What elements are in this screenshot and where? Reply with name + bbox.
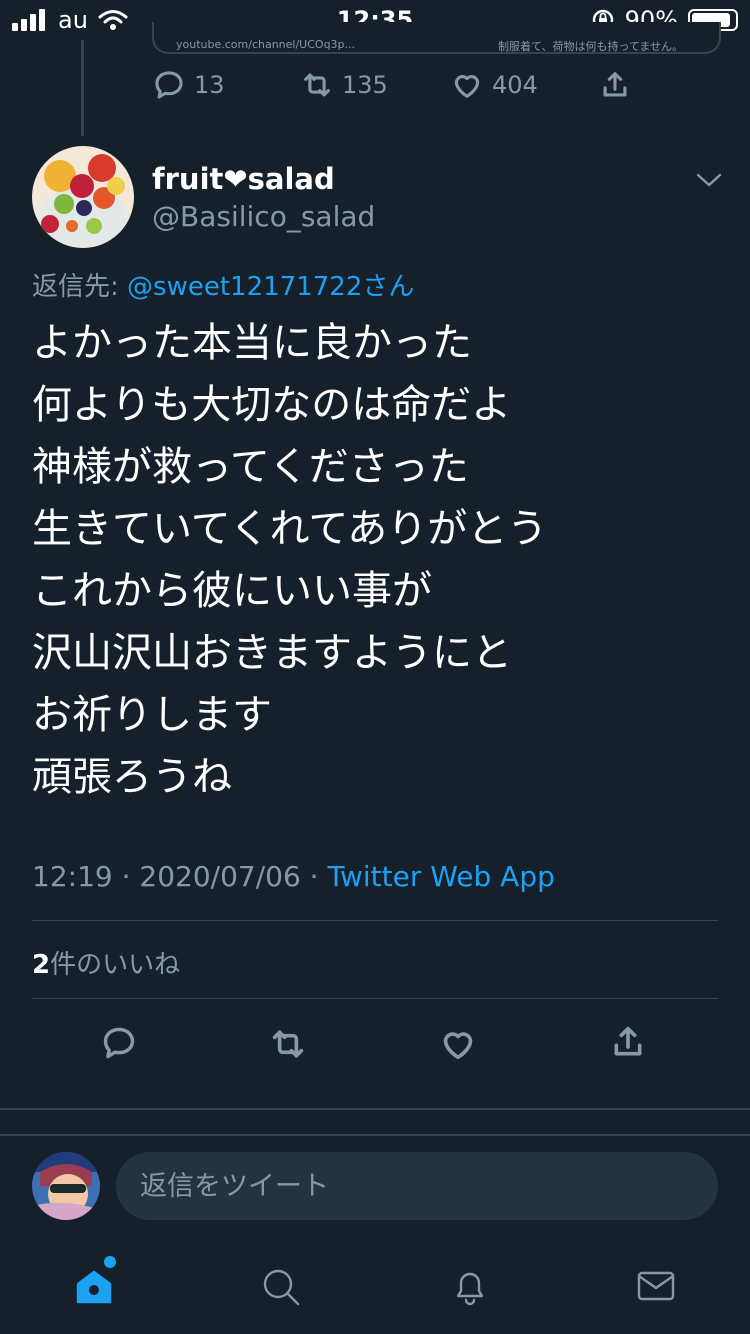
- reply-to-mention[interactable]: @sweet12171722さん: [127, 272, 414, 302]
- previous-like-button[interactable]: 404: [450, 68, 538, 102]
- fruit-salad-avatar-image: [32, 146, 134, 248]
- likes-summary[interactable]: 2件のいいね: [32, 944, 180, 981]
- reply-input[interactable]: [116, 1152, 718, 1220]
- tweet-source[interactable]: Twitter Web App: [327, 860, 554, 893]
- reply-to-label: 返信先:: [32, 272, 119, 302]
- divider: [32, 998, 718, 999]
- retweet-icon: [304, 73, 330, 97]
- likes-label: 件のいいね: [50, 950, 181, 980]
- tab-home[interactable]: [72, 1256, 122, 1314]
- home-notification-dot: [104, 1256, 116, 1268]
- reply-button[interactable]: [100, 1024, 138, 1062]
- like-button[interactable]: [438, 1024, 478, 1064]
- tweet-line: 生きていてくれてありがとう: [32, 506, 548, 552]
- search-icon: [263, 1269, 300, 1306]
- tweet-body: よかった本当に良かった 何よりも大切なのは命だよ 神様が救ってくださった 生きて…: [32, 312, 722, 808]
- share-icon: [614, 1026, 642, 1056]
- heart-icon: [454, 75, 480, 98]
- user-avatar-image: [32, 1152, 100, 1220]
- tweet-line: お祈りします: [32, 692, 272, 738]
- section-divider: [0, 1108, 750, 1110]
- thread-line: [81, 40, 84, 136]
- author-avatar[interactable]: [32, 146, 134, 248]
- previous-link-url: youtube.com/channel/UCOq3p...: [176, 38, 356, 51]
- previous-reply-count: 13: [194, 71, 225, 99]
- tweet-line: 頑張ろうね: [32, 754, 232, 800]
- heart-icon: [443, 1032, 473, 1060]
- mail-icon: [637, 1271, 675, 1301]
- tab-messages[interactable]: [634, 1264, 684, 1314]
- divider: [32, 920, 718, 921]
- tab-notifications[interactable]: [448, 1264, 498, 1314]
- home-icon: [76, 1270, 112, 1304]
- reply-icon: [155, 71, 183, 99]
- reply-icon: [103, 1027, 135, 1059]
- tweet-line: 何よりも大切なのは命だよ: [32, 382, 512, 428]
- tweet-line: 神様が救ってくださった: [32, 444, 469, 490]
- previous-retweet-count: 135: [342, 71, 388, 99]
- share-icon: [603, 72, 627, 97]
- previous-link-text: 制服着て、荷物は何も持ってません。: [498, 40, 684, 53]
- author-handle[interactable]: @Basilico_salad: [152, 200, 375, 233]
- tweet-meta: 12:19 · 2020/07/06 · Twitter Web App: [32, 860, 555, 893]
- previous-reply-button[interactable]: 13: [152, 68, 225, 102]
- tweet-timestamp: 12:19 · 2020/07/06 ·: [32, 860, 328, 893]
- likes-count: 2: [32, 950, 51, 980]
- tweet-line: よかった本当に良かった: [32, 320, 472, 366]
- tweet-line: これから彼にいい事が: [32, 568, 432, 614]
- bell-icon: [456, 1272, 484, 1306]
- tab-search[interactable]: [258, 1264, 308, 1314]
- previous-share-button[interactable]: [598, 68, 632, 102]
- my-avatar[interactable]: [32, 1152, 100, 1220]
- retweet-button[interactable]: [268, 1024, 308, 1064]
- share-button[interactable]: [608, 1022, 648, 1062]
- section-divider: [0, 1134, 750, 1136]
- author-name[interactable]: fruit❤︎salad: [152, 162, 335, 196]
- bottom-tab-bar: [0, 1250, 750, 1334]
- previous-like-count: 404: [492, 71, 538, 99]
- previous-retweet-button[interactable]: 135: [300, 68, 388, 102]
- chevron-down-icon[interactable]: [694, 168, 724, 192]
- reply-to-line: 返信先: @sweet12171722さん: [32, 266, 414, 303]
- tweet-line: 沢山沢山おきますようにと: [32, 630, 512, 676]
- retweet-icon: [272, 1030, 304, 1058]
